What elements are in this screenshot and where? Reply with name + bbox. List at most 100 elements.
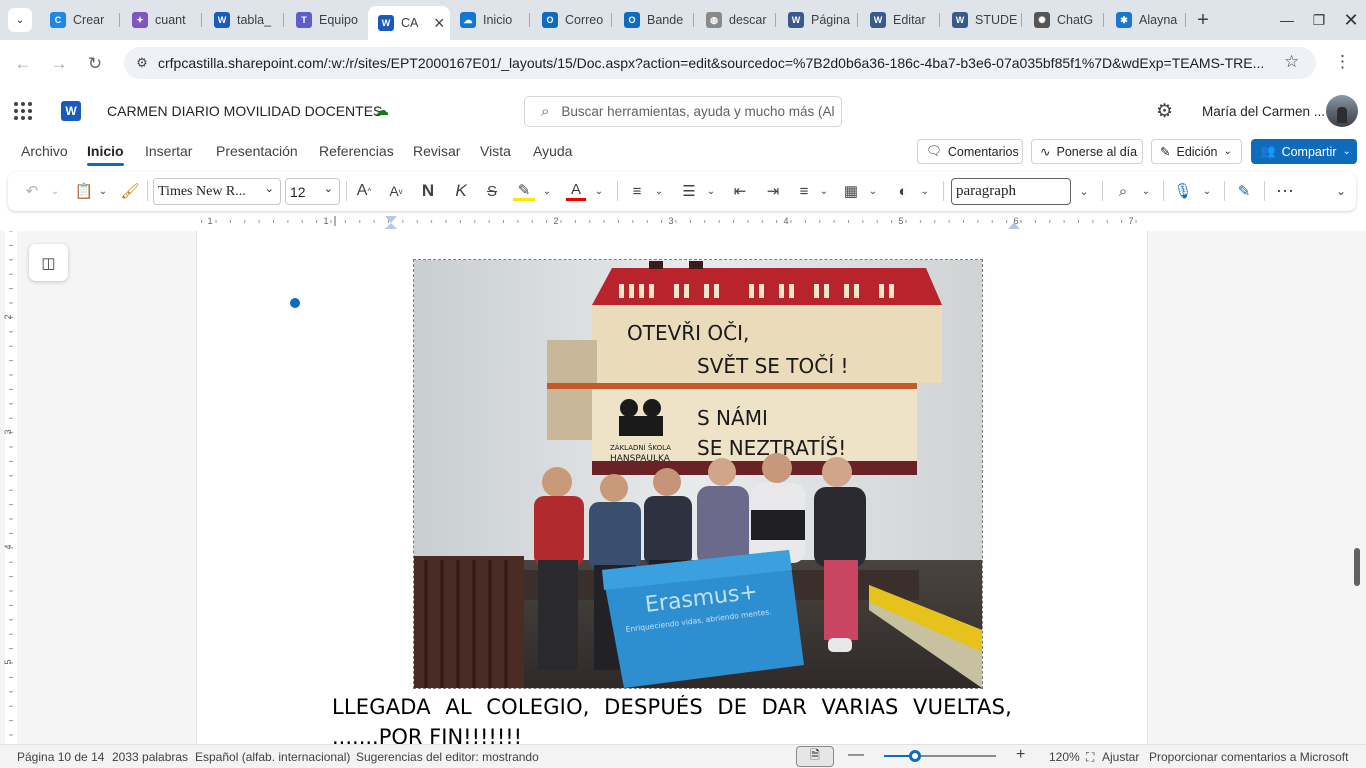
catch-up-button[interactable]: ∿ Ponerse al día	[1031, 139, 1143, 164]
undo-dropdown-icon[interactable]: ⌄	[48, 180, 62, 202]
status-language[interactable]: Español (alfab. internacional)	[195, 750, 350, 764]
editor-pen-icon[interactable]: ✎	[1233, 180, 1255, 202]
collapse-ribbon-icon[interactable]: ⌄	[1332, 180, 1350, 202]
fit-icon[interactable]: ⛶	[1086, 750, 1094, 765]
tab-inicio[interactable]: Inicio	[87, 143, 124, 166]
close-window-button[interactable]: ✕	[1336, 0, 1366, 40]
caption-line-2[interactable]: .......POR FIN!!!!!!!	[332, 725, 522, 744]
shrink-font-icon[interactable]: Av	[385, 180, 407, 202]
forward-button[interactable]: →	[48, 53, 70, 75]
avatar[interactable]	[1326, 95, 1358, 127]
reload-button[interactable]: ↻	[84, 53, 106, 75]
cursor-anchor-dot[interactable]	[290, 298, 300, 308]
italic-button[interactable]: K	[451, 180, 471, 202]
document-page[interactable]: OTEVŘI OČI, SVĚT SE TOČÍ ! S NÁMI SE NEZ…	[196, 231, 1148, 744]
font-name-dropdown[interactable]: Times New R... ⌄	[153, 178, 281, 205]
bullets-icon[interactable]: ≡	[626, 180, 648, 202]
more-options-icon[interactable]: ⋯	[1274, 180, 1296, 202]
tab-referencias[interactable]: Referencias	[319, 143, 394, 159]
bold-button[interactable]: N	[418, 180, 438, 202]
comments-button[interactable]: 🗨 Comentarios	[917, 139, 1023, 164]
highlight-dropdown-icon[interactable]: ⌄	[540, 180, 554, 202]
share-button[interactable]: 👥 Compartir ⌄	[1251, 139, 1357, 164]
browser-tab[interactable]: Wtabla_	[204, 6, 284, 34]
dictate-dropdown-icon[interactable]: ⌄	[1200, 180, 1214, 202]
restore-button[interactable]: ❐	[1304, 0, 1334, 40]
browser-tab[interactable]: ✺ ChatG	[1024, 6, 1104, 34]
new-tab-button[interactable]: +	[1192, 9, 1214, 31]
decrease-indent-icon[interactable]: ⇤	[729, 180, 751, 202]
status-editor-suggestions[interactable]: Sugerencias del editor: mostrando	[356, 750, 539, 764]
bullets-dropdown-icon[interactable]: ⌄	[652, 180, 666, 202]
paste-dropdown-icon[interactable]: ⌄	[96, 180, 110, 202]
address-bar[interactable]: ⚙ crfpcastilla.sharepoint.com/:w:/r/site…	[124, 47, 1316, 79]
browser-tab[interactable]: ☁ Inicio	[450, 6, 530, 34]
highlight-icon[interactable]: ✎	[513, 181, 535, 201]
tab-revisar[interactable]: Revisar	[413, 143, 460, 159]
fit-button[interactable]: Ajustar	[1102, 750, 1139, 764]
document-title[interactable]: CARMEN DIARIO MOVILIDAD DOCENTES	[107, 103, 382, 119]
zoom-out-icon[interactable]: —	[848, 746, 864, 764]
tab-vista[interactable]: Vista	[480, 143, 511, 159]
zoom-slider[interactable]	[884, 750, 996, 762]
align-dropdown-icon[interactable]: ⌄	[817, 180, 831, 202]
status-page-count[interactable]: Página 10 de 14	[17, 750, 104, 764]
grow-font-icon[interactable]: A ^	[353, 180, 375, 202]
browser-tab[interactable]: ◍ descar	[696, 6, 776, 34]
user-name[interactable]: María del Carmen ...	[1202, 104, 1325, 119]
tab-ayuda[interactable]: Ayuda	[533, 143, 572, 159]
horizontal-ruler[interactable]: 11234567	[196, 213, 1151, 229]
find-dropdown-icon[interactable]: ⌄	[1139, 180, 1153, 202]
bookmark-star-icon[interactable]: ☆	[1284, 52, 1299, 72]
style-input[interactable]: paragraph	[951, 178, 1071, 205]
navigation-pane-icon[interactable]: ◫	[29, 244, 68, 281]
browser-menu-icon[interactable]: ⋮	[1334, 52, 1351, 72]
tab-archivo[interactable]: Archivo	[21, 143, 68, 159]
font-size-dropdown[interactable]: 12 ⌄	[285, 178, 340, 205]
app-launcher-icon[interactable]	[14, 102, 32, 120]
photo-erasmus-group[interactable]: OTEVŘI OČI, SVĚT SE TOČÍ ! S NÁMI SE NEZ…	[413, 259, 983, 689]
minimize-button[interactable]: —	[1272, 0, 1302, 40]
browser-tab[interactable]: W Página	[778, 6, 858, 34]
print-layout-view-icon[interactable]: 🗎	[796, 746, 834, 767]
tab-insertar[interactable]: Insertar	[145, 143, 192, 159]
settings-gear-icon[interactable]: ⚙	[1156, 100, 1173, 123]
borders-icon[interactable]: ▦	[840, 180, 862, 202]
undo-icon[interactable]: ↶	[22, 180, 42, 202]
clipboard-icon[interactable]: 📋	[74, 180, 94, 202]
dictate-microphone-icon[interactable]: 🎙	[1172, 180, 1194, 202]
browser-tab[interactable]: C Crear	[40, 6, 120, 34]
vertical-ruler[interactable]: 2 3 4 5	[0, 230, 22, 744]
browser-tab[interactable]: T Equipo	[286, 6, 366, 34]
zoom-percentage[interactable]: 120%	[1049, 750, 1080, 764]
close-tab-icon[interactable]: ×	[434, 13, 445, 34]
strikethrough-button[interactable]: S	[482, 180, 502, 202]
search-box[interactable]: ⌕ Buscar herramientas, ayuda y mucho más…	[524, 96, 842, 127]
tab-search-button[interactable]: ⌄	[8, 8, 32, 32]
feedback-link[interactable]: Proporcionar comentarios a Microsoft	[1149, 750, 1348, 764]
increase-indent-icon[interactable]: ⇥	[762, 180, 784, 202]
browser-tab[interactable]: W CA ×	[368, 6, 450, 40]
numbering-icon[interactable]: ☰	[678, 180, 700, 202]
url-text[interactable]: crfpcastilla.sharepoint.com/:w:/r/sites/…	[158, 55, 1278, 71]
browser-tab[interactable]: W STUDE	[942, 6, 1022, 34]
font-color-icon[interactable]: A	[566, 181, 586, 201]
browser-tab[interactable]: W Editar	[860, 6, 940, 34]
editing-mode-button[interactable]: ✎ Edición ⌄	[1151, 139, 1242, 164]
align-icon[interactable]: ≡	[794, 180, 814, 202]
tab-presentacion[interactable]: Presentación	[216, 143, 298, 159]
site-settings-icon[interactable]: ⚙	[132, 53, 152, 73]
browser-tab[interactable]: O Bande	[614, 6, 694, 34]
shading-dropdown-icon[interactable]: ⌄	[918, 180, 932, 202]
browser-tab[interactable]: ✱ Alayna	[1106, 6, 1186, 34]
find-icon[interactable]: ⌕	[1112, 180, 1134, 202]
zoom-in-icon[interactable]: +	[1016, 746, 1025, 764]
format-painter-icon[interactable]: 🖌	[120, 180, 140, 202]
numbering-dropdown-icon[interactable]: ⌄	[704, 180, 718, 202]
back-button[interactable]: ←	[12, 53, 34, 75]
vertical-scrollbar-thumb[interactable]	[1354, 548, 1360, 586]
font-color-dropdown-icon[interactable]: ⌄	[592, 180, 606, 202]
browser-tab[interactable]: ✦ cuant	[122, 6, 202, 34]
styles-dropdown-icon[interactable]: ⌄	[1074, 180, 1094, 202]
browser-tab[interactable]: O Correo	[532, 6, 612, 34]
